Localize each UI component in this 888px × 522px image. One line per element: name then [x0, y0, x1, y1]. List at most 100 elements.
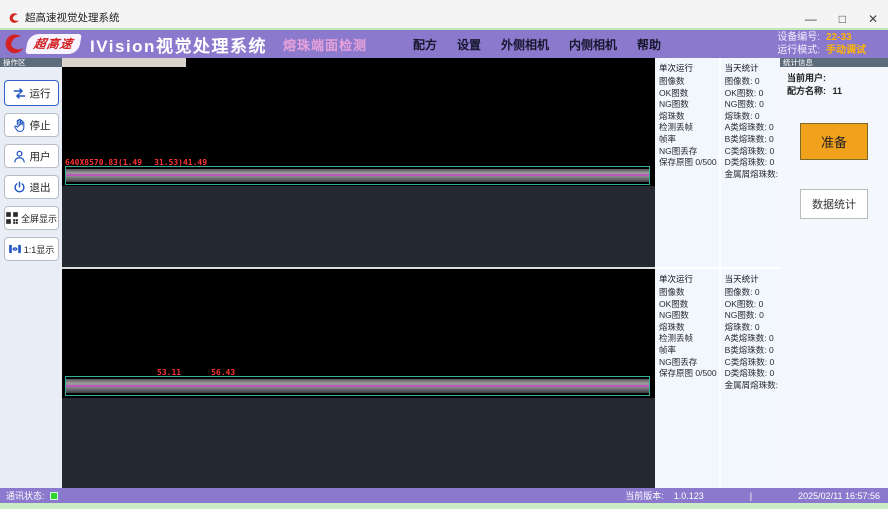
ready-button[interactable]: 准备 [800, 123, 868, 160]
stat-row: 保存原图 0/500 [659, 156, 717, 168]
stat-row: 图像数 [659, 286, 717, 298]
power-icon [12, 180, 27, 195]
stat-row: C类熔珠数: 0 [725, 356, 785, 368]
recipe-name-row: 配方名称: 11 [780, 84, 888, 97]
datetime-value: 2025/02/11 16:57:56 [798, 491, 880, 501]
menu-item-inner-camera[interactable]: 内侧相机 [569, 36, 617, 53]
version-value: 1.0.123 [674, 491, 704, 501]
user-button-label: 用户 [30, 149, 51, 164]
stat-row: 金属屑熔珠数: 0 [725, 168, 785, 180]
version-label: 当前版本: [625, 489, 664, 502]
stat-row: 检测丢帧 [659, 121, 717, 133]
exit-button-label: 退出 [30, 180, 51, 195]
user-button[interactable]: 用户 [4, 144, 59, 168]
close-button[interactable]: ✕ [868, 13, 878, 25]
minimize-button[interactable]: — [805, 13, 817, 25]
app-window: 超高速视觉处理系统 — □ ✕ 超高速 IVision视觉处理系统 熔珠端面检测… [0, 0, 888, 522]
device-id-label: 设备编号: [777, 31, 820, 44]
user-icon [12, 149, 27, 164]
app-header: 超高速 IVision视觉处理系统 熔珠端面检测 配方 设置 外侧相机 内侧相机… [0, 30, 888, 58]
stat-row: C类熔珠数: 0 [725, 145, 785, 157]
fullscreen-button[interactable]: 全屏显示 [4, 206, 59, 230]
current-user-row: 当前用户: [780, 71, 888, 84]
stat-row: 熔珠数: 0 [725, 321, 785, 333]
stat-row: OK图数 [659, 87, 717, 99]
menu-item-recipe[interactable]: 配方 [413, 36, 437, 53]
stat-row: 检测丢帧 [659, 332, 717, 344]
operation-sidebar: 操作区 运行 停止 用户 [0, 58, 62, 488]
stats-panel-bottom: 单次运行 图像数 OK图数 NG图数 熔珠数 检测丢帧 帧率 NG图丢存 保存原… [655, 269, 780, 488]
today-stats-title: 当天统计 [725, 62, 785, 75]
run-button-label: 运行 [30, 86, 51, 101]
stat-row: NG图数: 0 [725, 309, 785, 321]
stop-hand-icon [12, 118, 27, 133]
camera-feed-top[interactable]: 640X8570.83(1.49 31.53)41.49 [62, 58, 655, 267]
today-stats-column: 当天统计 图像数: 0 OK图数: 0 NG图数: 0 熔珠数: 0 A类熔珠数… [721, 269, 787, 488]
info-panel-title: 统计信息 [780, 58, 888, 67]
sidebar-title: 操作区 [0, 58, 62, 67]
single-run-title: 单次运行 [659, 273, 717, 286]
stop-button-label: 停止 [30, 118, 51, 133]
stat-row: NG图数 [659, 98, 717, 110]
stat-row: NG图数 [659, 309, 717, 321]
app-subtitle: 熔珠端面检测 [283, 35, 367, 54]
device-id-value: 22-33 [826, 31, 880, 44]
annotation-text: 56.43 [211, 368, 235, 377]
fullscreen-grid-icon [5, 211, 19, 225]
single-run-column: 单次运行 图像数 OK图数 NG图数 熔珠数 检测丢帧 帧率 NG图丢存 保存原… [655, 269, 719, 488]
menu-item-outer-camera[interactable]: 外侧相机 [501, 36, 549, 53]
measurement-annotations-bottom: 53.11 56.43 [157, 368, 235, 377]
menu-item-help[interactable]: 帮助 [637, 36, 661, 53]
window-title: 超高速视觉处理系统 [25, 10, 120, 25]
status-bar: 通讯状态: 当前版本: 1.0.123 | 2025/02/11 16:57:5… [0, 488, 888, 503]
stat-row: 熔珠数: 0 [725, 110, 785, 122]
camera-bottom-lower-region [62, 398, 655, 488]
data-statistics-button[interactable]: 数据统计 [800, 189, 868, 219]
stat-row: 图像数: 0 [725, 286, 785, 298]
stat-row: A类熔珠数: 0 [725, 121, 785, 133]
stat-row: 熔珠数 [659, 321, 717, 333]
annotation-text: 31.53)41.49 [154, 158, 207, 167]
stat-row: OK图数 [659, 298, 717, 310]
main-menu: 配方 设置 外侧相机 内侧相机 帮助 [413, 36, 661, 53]
one-to-one-button-label: 1:1显示 [24, 243, 55, 256]
stat-row: NG图丢存 [659, 356, 717, 368]
stat-row: 图像数 [659, 75, 717, 87]
measurement-annotations-top: 640X8570.83(1.49 31.53)41.49 [65, 158, 207, 167]
stat-row: B类熔珠数: 0 [725, 133, 785, 145]
stat-row: NG图数: 0 [725, 98, 785, 110]
bead-detection-line-top [66, 174, 649, 176]
exit-button[interactable]: 退出 [4, 175, 59, 199]
info-panel: 统计信息 当前用户: 配方名称: 11 准备 数据统计 [780, 58, 888, 488]
single-run-title: 单次运行 [659, 62, 717, 75]
recipe-name-value: 11 [833, 86, 843, 96]
stat-row: 金属屑熔珠数: 0 [725, 379, 785, 391]
stat-row: NG图丢存 [659, 145, 717, 157]
today-stats-column: 当天统计 图像数: 0 OK图数: 0 NG图数: 0 熔珠数: 0 A类熔珠数… [721, 58, 787, 267]
app-logo-icon [8, 12, 20, 24]
stat-row: 帧率 [659, 133, 717, 145]
run-mode-value: 手动调试 [826, 44, 880, 57]
stat-row: B类熔珠数: 0 [725, 344, 785, 356]
recipe-name-label: 配方名称: [787, 86, 826, 96]
camera-viewport-column: 640X8570.83(1.49 31.53)41.49 53.11 56.43 [62, 58, 655, 488]
stat-row: 熔珠数 [659, 110, 717, 122]
stats-panel-top: 单次运行 图像数 OK图数 NG图数 熔珠数 检测丢帧 帧率 NG图丢存 保存原… [655, 58, 780, 267]
brand-swoosh-icon [3, 33, 25, 55]
camera-feed-bottom[interactable]: 53.11 56.43 [62, 269, 655, 488]
comm-status-label: 通讯状态: [6, 489, 45, 502]
run-button[interactable]: 运行 [4, 80, 59, 106]
app-title: IVision视觉处理系统 [90, 32, 267, 57]
run-cycle-icon [12, 86, 27, 101]
menu-item-settings[interactable]: 设置 [457, 36, 481, 53]
comm-status-indicator [50, 492, 58, 500]
stat-row: D类熔珠数: 0 [725, 367, 785, 379]
one-to-one-button[interactable]: 1:1显示 [4, 237, 59, 261]
bead-detection-line-bottom [66, 385, 649, 387]
stop-button[interactable]: 停止 [4, 113, 59, 137]
restore-button[interactable]: □ [839, 13, 846, 25]
camera-top-corner-strip [62, 58, 186, 67]
stat-row: OK图数: 0 [725, 298, 785, 310]
fullscreen-button-label: 全屏显示 [21, 212, 57, 225]
device-info: 设备编号: 22-33 运行模式: 手动调试 [777, 31, 880, 57]
